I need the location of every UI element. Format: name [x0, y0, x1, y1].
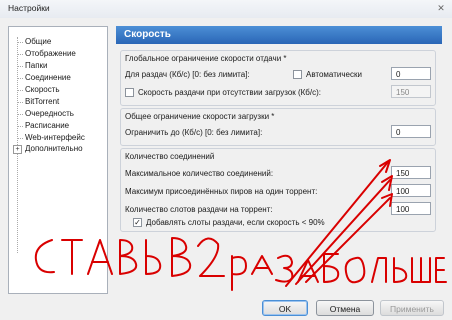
annotation-letters	[411, 257, 431, 283]
annotation-letters	[435, 257, 447, 283]
annotation-letters	[231, 255, 247, 291]
annotation-letters	[171, 237, 192, 277]
annotation-arrow	[285, 161, 389, 287]
annotation-letters	[87, 239, 113, 275]
annotation-letters	[371, 257, 387, 283]
annotation-letters	[197, 237, 225, 277]
annotation-letters	[344, 256, 366, 284]
handwritten-annotation	[34, 159, 447, 291]
annotation-letters	[145, 239, 162, 275]
annotation-letters	[61, 239, 83, 275]
annotation-letters	[251, 255, 273, 275]
annotation-letters	[275, 254, 294, 283]
annotation-letters	[34, 239, 55, 274]
annotation-letters	[393, 257, 408, 283]
annotation-letters	[119, 239, 138, 275]
